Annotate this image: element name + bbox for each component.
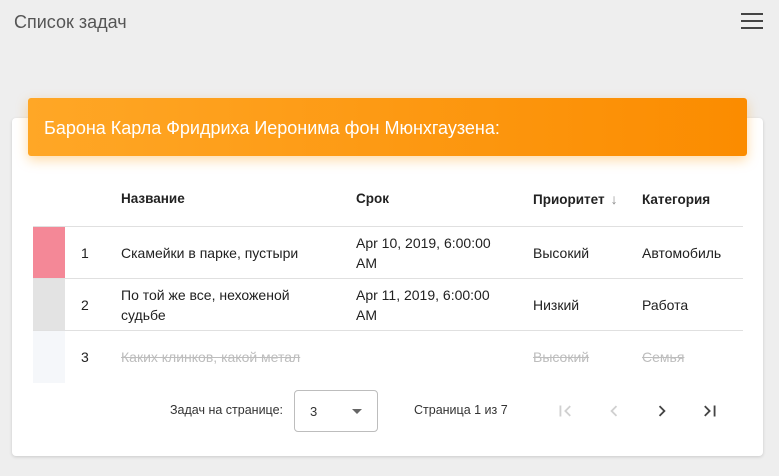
column-header-category[interactable]: Категория	[642, 192, 710, 207]
task-name[interactable]: Скамейки в парке, пустыри	[121, 243, 326, 263]
task-category: Семья	[642, 349, 685, 365]
chevron-right-icon[interactable]	[649, 398, 675, 424]
task-category: Автомобиль	[642, 244, 722, 261]
task-category: Работа	[642, 296, 689, 313]
table-row[interactable]: 3 Каких клинков, какой метал Высокий Сем…	[33, 331, 743, 383]
paginator: Задач на странице: 3 Страница 1 из 7	[0, 390, 779, 432]
task-date: Apr 11, 2019, 6:00:00 AM	[356, 286, 490, 323]
column-header-priority-label: Приоритет	[533, 192, 605, 207]
app-title: Список задач	[14, 12, 127, 32]
table-row[interactable]: 1 Скамейки в парке, пустыри Apr 10, 2019…	[33, 227, 743, 279]
column-header-name[interactable]: Название	[121, 189, 326, 209]
row-number: 2	[81, 296, 89, 313]
task-name[interactable]: Каких клинков, какой метал	[121, 347, 326, 367]
top-toolbar: Список задач	[0, 0, 779, 48]
page-size-value: 3	[310, 404, 318, 419]
task-date: Apr 10, 2019, 6:00:00 AM	[356, 234, 491, 271]
task-table: Название Срок Приоритет ↓ Категория 1 Ска…	[33, 172, 743, 383]
table-header-row: Название Срок Приоритет ↓ Категория	[33, 172, 743, 227]
row-number: 1	[81, 244, 89, 261]
arrow-down-icon[interactable]: ↓	[611, 191, 618, 207]
page-range-label: Страница 1 из 7	[414, 403, 508, 417]
dropdown-arrow-icon	[352, 409, 362, 414]
table-row[interactable]: 2 По той же все, нехоженой судьбе Apr 11…	[33, 279, 743, 331]
last-page-icon[interactable]	[697, 398, 723, 424]
card-header: Барона Карла Фридриха Иеронима фон Мюнхг…	[28, 98, 747, 156]
column-header-date[interactable]: Срок	[356, 189, 506, 209]
priority-color-marker	[33, 279, 65, 330]
task-name[interactable]: По той же все, нехоженой судьбе	[121, 285, 326, 325]
task-priority: Низкий	[533, 296, 580, 313]
first-page-icon[interactable]	[552, 398, 578, 424]
page-size-select[interactable]: 3	[294, 390, 378, 432]
priority-color-marker	[33, 331, 65, 383]
task-priority: Высокий	[533, 244, 590, 261]
page-size-label: Задач на странице:	[170, 403, 283, 417]
chevron-left-icon[interactable]	[601, 398, 627, 424]
priority-color-marker	[33, 227, 65, 278]
row-number: 3	[81, 349, 89, 365]
menu-icon[interactable]	[740, 13, 764, 33]
task-priority: Высокий	[533, 349, 590, 365]
column-header-priority[interactable]: Приоритет ↓	[533, 191, 618, 207]
